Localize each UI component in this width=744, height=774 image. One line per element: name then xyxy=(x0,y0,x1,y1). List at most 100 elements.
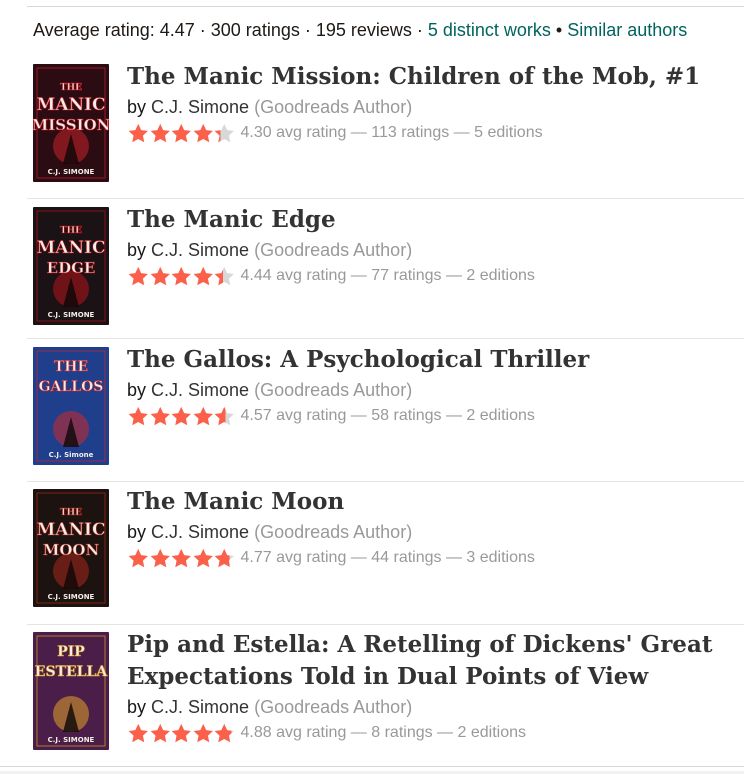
by-label: by xyxy=(127,697,147,717)
rating-line: 4.57 avg rating — 58 ratings — 2 edition… xyxy=(127,404,734,428)
author-stats: Average rating: 4.47 · 300 ratings · 195… xyxy=(33,20,687,41)
by-label: by xyxy=(127,380,147,400)
by-label: by xyxy=(127,97,147,117)
svg-text:THE: THE xyxy=(60,508,82,518)
svg-text:C.J. SIMONE: C.J. SIMONE xyxy=(48,311,95,319)
book-info: The Manic Moon by C.J. Simone (Goodreads… xyxy=(127,486,734,570)
star-rating xyxy=(127,122,235,144)
stats-text: Average rating: 4.47 · 300 ratings · 195… xyxy=(33,20,428,40)
svg-text:PIP: PIP xyxy=(57,644,85,660)
svg-text:MISSION: MISSION xyxy=(33,116,109,134)
star-icon xyxy=(171,266,191,286)
star-icon xyxy=(150,548,170,568)
cover-art: THE MANICEDGE C.J. SIMONE xyxy=(33,207,109,325)
rating-line: 4.44 avg rating — 77 ratings — 2 edition… xyxy=(127,264,734,288)
bottom-divider xyxy=(0,766,744,767)
book-title-link[interactable]: The Manic Edge xyxy=(127,204,734,236)
author-name-link[interactable]: C.J. Simone xyxy=(151,97,249,117)
book-row: PIP ESTELLA C.J. SIMONE Pip and Estella: A… xyxy=(27,624,744,760)
star-icon xyxy=(128,723,148,743)
star-icon xyxy=(214,123,234,143)
svg-text:C.J. SIMONE: C.J. SIMONE xyxy=(48,168,95,176)
goodreads-author-tag: (Goodreads Author) xyxy=(254,697,413,717)
star-rating xyxy=(127,405,235,427)
author-line: by C.J. Simone (Goodreads Author) xyxy=(127,519,734,545)
star-icon xyxy=(214,723,234,743)
star-icon xyxy=(193,723,213,743)
book-title-link[interactable]: The Gallos: A Psychological Thriller xyxy=(127,344,734,376)
star-icon xyxy=(171,548,191,568)
cover-art: THE MANICMISSION C.J. SIMONE xyxy=(33,64,109,182)
svg-text:C.J. SIMONE: C.J. SIMONE xyxy=(48,736,95,744)
goodreads-author-tag: (Goodreads Author) xyxy=(254,97,413,117)
by-label: by xyxy=(127,522,147,542)
star-icon xyxy=(150,123,170,143)
star-icon xyxy=(128,406,148,426)
cover-art: THE GALLOS C.J. Simone xyxy=(33,347,109,465)
stats-separator: • xyxy=(550,20,568,40)
star-icon xyxy=(128,123,148,143)
svg-text:THE: THE xyxy=(60,83,82,93)
star-rating xyxy=(127,265,235,287)
book-title-link[interactable]: The Manic Mission: Children of the Mob, … xyxy=(127,61,734,93)
author-line: by C.J. Simone (Goodreads Author) xyxy=(127,694,734,720)
svg-text:GALLOS: GALLOS xyxy=(39,379,104,395)
star-icon xyxy=(150,406,170,426)
svg-text:MANIC: MANIC xyxy=(36,95,105,115)
rating-stats: 4.30 avg rating — 113 ratings — 5 editio… xyxy=(240,124,543,141)
author-name-link[interactable]: C.J. Simone xyxy=(151,697,249,717)
star-icon xyxy=(150,266,170,286)
book-cover[interactable]: THE GALLOS C.J. Simone xyxy=(33,347,109,465)
by-label: by xyxy=(127,240,147,260)
svg-text:THE: THE xyxy=(60,226,82,236)
cover-art: PIP ESTELLA C.J. SIMONE xyxy=(33,632,109,750)
star-rating xyxy=(127,722,235,744)
star-icon xyxy=(214,548,234,568)
goodreads-author-tag: (Goodreads Author) xyxy=(254,380,413,400)
svg-text:THE: THE xyxy=(54,359,88,375)
author-line: by C.J. Simone (Goodreads Author) xyxy=(127,94,734,120)
star-icon xyxy=(214,266,234,286)
book-cover[interactable]: THE MANIC MISSION C.J. SIMONE xyxy=(33,64,109,182)
similar-authors-link[interactable]: Similar authors xyxy=(567,20,687,40)
svg-text:C.J. SIMONE: C.J. SIMONE xyxy=(48,593,95,601)
goodreads-author-tag: (Goodreads Author) xyxy=(254,240,413,260)
book-title-link[interactable]: Pip and Estella: A Retelling of Dickens'… xyxy=(127,629,734,693)
star-icon xyxy=(193,406,213,426)
rating-line: 4.77 avg rating — 44 ratings — 3 edition… xyxy=(127,546,734,570)
book-info: Pip and Estella: A Retelling of Dickens'… xyxy=(127,629,734,745)
book-info: The Manic Mission: Children of the Mob, … xyxy=(127,61,734,145)
rating-stats: 4.77 avg rating — 44 ratings — 3 edition… xyxy=(240,549,535,566)
svg-text:MANIC: MANIC xyxy=(36,238,105,258)
author-line: by C.J. Simone (Goodreads Author) xyxy=(127,377,734,403)
star-icon xyxy=(193,266,213,286)
author-name-link[interactable]: C.J. Simone xyxy=(151,240,249,260)
book-cover[interactable]: THE MANIC MOON C.J. SIMONE xyxy=(33,489,109,607)
book-row: THE GALLOS C.J. Simone The Gallos: A Psych… xyxy=(27,338,744,482)
rating-stats: 4.57 avg rating — 58 ratings — 2 edition… xyxy=(240,407,535,424)
star-icon xyxy=(171,723,191,743)
book-cover[interactable]: THE MANIC EDGE C.J. SIMONE xyxy=(33,207,109,325)
goodreads-author-tag: (Goodreads Author) xyxy=(254,522,413,542)
svg-text:MANIC: MANIC xyxy=(36,520,105,540)
star-icon xyxy=(171,123,191,143)
author-name-link[interactable]: C.J. Simone xyxy=(151,522,249,542)
svg-text:MOON: MOON xyxy=(43,541,100,559)
svg-text:EDGE: EDGE xyxy=(47,259,96,277)
rating-line: 4.88 avg rating — 8 ratings — 2 editions xyxy=(127,721,734,745)
book-row: THE MANIC MISSION C.J. SIMONE The Manic Mis… xyxy=(27,55,744,199)
book-row: THE MANIC MOON C.J. SIMONE The Manic Moon b… xyxy=(27,481,744,625)
star-icon xyxy=(150,723,170,743)
star-rating xyxy=(127,547,235,569)
svg-text:ESTELLA: ESTELLA xyxy=(35,664,109,680)
book-info: The Gallos: A Psychological Thriller by … xyxy=(127,344,734,428)
book-cover[interactable]: PIP ESTELLA C.J. SIMONE xyxy=(33,632,109,750)
top-divider xyxy=(27,6,744,7)
star-icon xyxy=(214,406,234,426)
author-name-link[interactable]: C.J. Simone xyxy=(151,380,249,400)
distinct-works-link[interactable]: 5 distinct works xyxy=(428,20,551,40)
book-title-link[interactable]: The Manic Moon xyxy=(127,486,734,518)
book-row: THE MANIC EDGE C.J. SIMONE The Manic Edge b… xyxy=(27,198,744,339)
star-icon xyxy=(128,548,148,568)
star-icon xyxy=(193,548,213,568)
